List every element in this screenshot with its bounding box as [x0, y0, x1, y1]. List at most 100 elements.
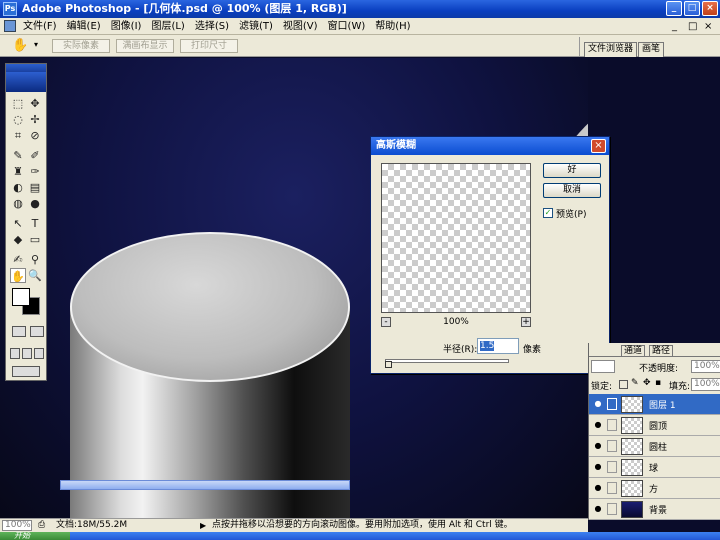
hand-tool-selected-icon[interactable]: ✋	[10, 268, 26, 283]
screen-mode-full-icon[interactable]	[34, 348, 44, 359]
foreground-color-swatch[interactable]	[12, 288, 30, 306]
actual-pixels-button[interactable]: 实际像素	[52, 39, 110, 53]
type-tool-icon[interactable]: T	[27, 216, 43, 231]
zoom-out-button[interactable]: -	[381, 317, 391, 327]
blur-tool-icon[interactable]: ◍	[10, 196, 26, 211]
menu-file[interactable]: 文件(F)	[18, 19, 62, 34]
hand-tool-icon[interactable]: ✋	[12, 38, 28, 53]
lock-position-icon[interactable]: ✥	[643, 378, 651, 388]
radius-input[interactable]: 1.5	[477, 338, 519, 354]
blend-mode-select[interactable]	[591, 360, 615, 373]
tab-brushes[interactable]: 画笔	[638, 42, 665, 57]
doc-info-icon[interactable]: ⎙	[38, 519, 45, 532]
visibility-eye-icon[interactable]: ●	[593, 441, 603, 451]
photoshop-eye-logo[interactable]	[6, 72, 46, 92]
menu-select[interactable]: 选择(S)	[190, 19, 234, 34]
menu-filter[interactable]: 滤镜(T)	[234, 19, 278, 34]
doc-close-button[interactable]: ×	[704, 21, 712, 32]
layer-row[interactable]: ● 方	[589, 478, 720, 499]
layer-link-box[interactable]	[607, 419, 617, 431]
preview-checkbox[interactable]: ✓	[543, 208, 553, 218]
lock-image-icon[interactable]: ✎	[631, 378, 639, 388]
visibility-eye-icon[interactable]: ●	[593, 504, 603, 514]
path-selection-tool-icon[interactable]: ↖	[10, 216, 26, 231]
zoom-level-field[interactable]: 100%	[2, 520, 32, 531]
layer-thumbnail	[621, 480, 643, 497]
visibility-eye-icon[interactable]: ●	[593, 483, 603, 493]
screen-mode-standard-icon[interactable]	[10, 348, 20, 359]
photoshop-app-icon[interactable]: Ps	[3, 2, 17, 16]
eraser-tool-icon[interactable]: ◐	[10, 180, 26, 195]
print-size-button[interactable]: 打印尺寸	[180, 39, 238, 53]
brush-tool-icon[interactable]: ✐	[27, 148, 43, 163]
screen-mode-full-menu-icon[interactable]	[22, 348, 32, 359]
radius-slider-track[interactable]	[385, 359, 509, 363]
history-brush-tool-icon[interactable]: ✑	[27, 164, 43, 179]
horizontal-scrollbar[interactable]	[60, 480, 350, 490]
lock-all-icon[interactable]: ▪	[655, 378, 661, 388]
minimize-button[interactable]: _	[666, 1, 682, 16]
start-button[interactable]: 开始	[0, 532, 70, 540]
menu-window[interactable]: 窗口(W)	[323, 19, 371, 34]
lock-transparency-icon[interactable]	[619, 380, 628, 389]
layer-thumbnail	[621, 396, 643, 413]
lasso-tool-icon[interactable]: ◌	[10, 112, 26, 127]
quick-mask-mode-icon[interactable]	[30, 326, 44, 337]
layer-row[interactable]: ● 球	[589, 457, 720, 478]
doc-minimize-button[interactable]: _	[672, 21, 677, 32]
fill-input[interactable]: 100%	[691, 378, 720, 391]
standard-mode-icon[interactable]	[12, 326, 26, 337]
layer-link-box[interactable]	[607, 440, 617, 452]
layer-link-box[interactable]	[607, 503, 617, 515]
maximize-button[interactable]: □	[684, 1, 700, 16]
fit-on-screen-button[interactable]: 满画布显示	[116, 39, 174, 53]
crop-tool-icon[interactable]: ⌗	[10, 128, 26, 143]
jump-to-imageready-icon[interactable]	[12, 366, 40, 377]
zoom-tool-icon[interactable]: 🔍	[27, 268, 43, 283]
eyedropper-tool-icon[interactable]: ⚲	[27, 252, 43, 267]
blur-preview-area[interactable]	[381, 163, 531, 313]
status-arrow-icon[interactable]: ▶	[200, 519, 206, 532]
document-icon[interactable]	[4, 20, 16, 32]
dialog-title[interactable]: 高斯模糊	[371, 137, 609, 155]
ok-button[interactable]: 好	[543, 163, 601, 178]
zoom-in-button[interactable]: +	[521, 317, 531, 327]
layer-link-box[interactable]	[607, 461, 617, 473]
menu-layer[interactable]: 图层(L)	[146, 19, 189, 34]
healing-brush-tool-icon[interactable]: ✎	[10, 148, 26, 163]
brush-link-icon[interactable]	[607, 398, 617, 410]
radius-slider-thumb[interactable]	[385, 361, 392, 368]
tools-palette-header[interactable]	[6, 64, 46, 72]
magic-wand-tool-icon[interactable]: ✢	[27, 112, 43, 127]
pen-tool-icon[interactable]: ◆	[10, 232, 26, 247]
menu-view[interactable]: 视图(V)	[278, 19, 323, 34]
close-button[interactable]: ×	[702, 1, 718, 16]
layer-row[interactable]: ● 圆柱	[589, 436, 720, 457]
layer-row[interactable]: ● 图层 1	[589, 394, 720, 415]
layer-row[interactable]: ● 背景	[589, 499, 720, 520]
clone-stamp-tool-icon[interactable]: ♜	[10, 164, 26, 179]
move-tool-icon[interactable]: ✥	[27, 96, 43, 111]
slice-tool-icon[interactable]: ⊘	[27, 128, 43, 143]
shape-tool-icon[interactable]: ▭	[27, 232, 43, 247]
opacity-input[interactable]: 100%	[691, 360, 720, 373]
dialog-close-button[interactable]: ×	[591, 139, 606, 153]
visibility-eye-icon[interactable]: ●	[593, 462, 603, 472]
notes-tool-icon[interactable]: ✍	[10, 252, 26, 267]
layer-row[interactable]: ● 圆顶	[589, 415, 720, 436]
visibility-eye-icon[interactable]: ●	[593, 420, 603, 430]
cancel-button[interactable]: 取消	[543, 183, 601, 198]
tool-preset-chevron-icon[interactable]: ▾	[34, 40, 38, 49]
marquee-tool-icon[interactable]: ⬚	[10, 96, 26, 111]
gradient-tool-icon[interactable]: ▤	[27, 180, 43, 195]
menu-edit[interactable]: 编辑(E)	[62, 19, 106, 34]
tab-paths[interactable]: 路径	[649, 345, 674, 357]
layer-link-box[interactable]	[607, 482, 617, 494]
menu-image[interactable]: 图像(I)	[106, 19, 147, 34]
tab-channels[interactable]: 通道	[621, 345, 646, 357]
tab-file-browser[interactable]: 文件浏览器	[584, 42, 638, 57]
dodge-tool-icon[interactable]: ●	[27, 196, 43, 211]
doc-restore-button[interactable]: □	[688, 21, 697, 32]
visibility-eye-icon[interactable]: ●	[593, 399, 603, 409]
menu-help[interactable]: 帮助(H)	[370, 19, 415, 34]
